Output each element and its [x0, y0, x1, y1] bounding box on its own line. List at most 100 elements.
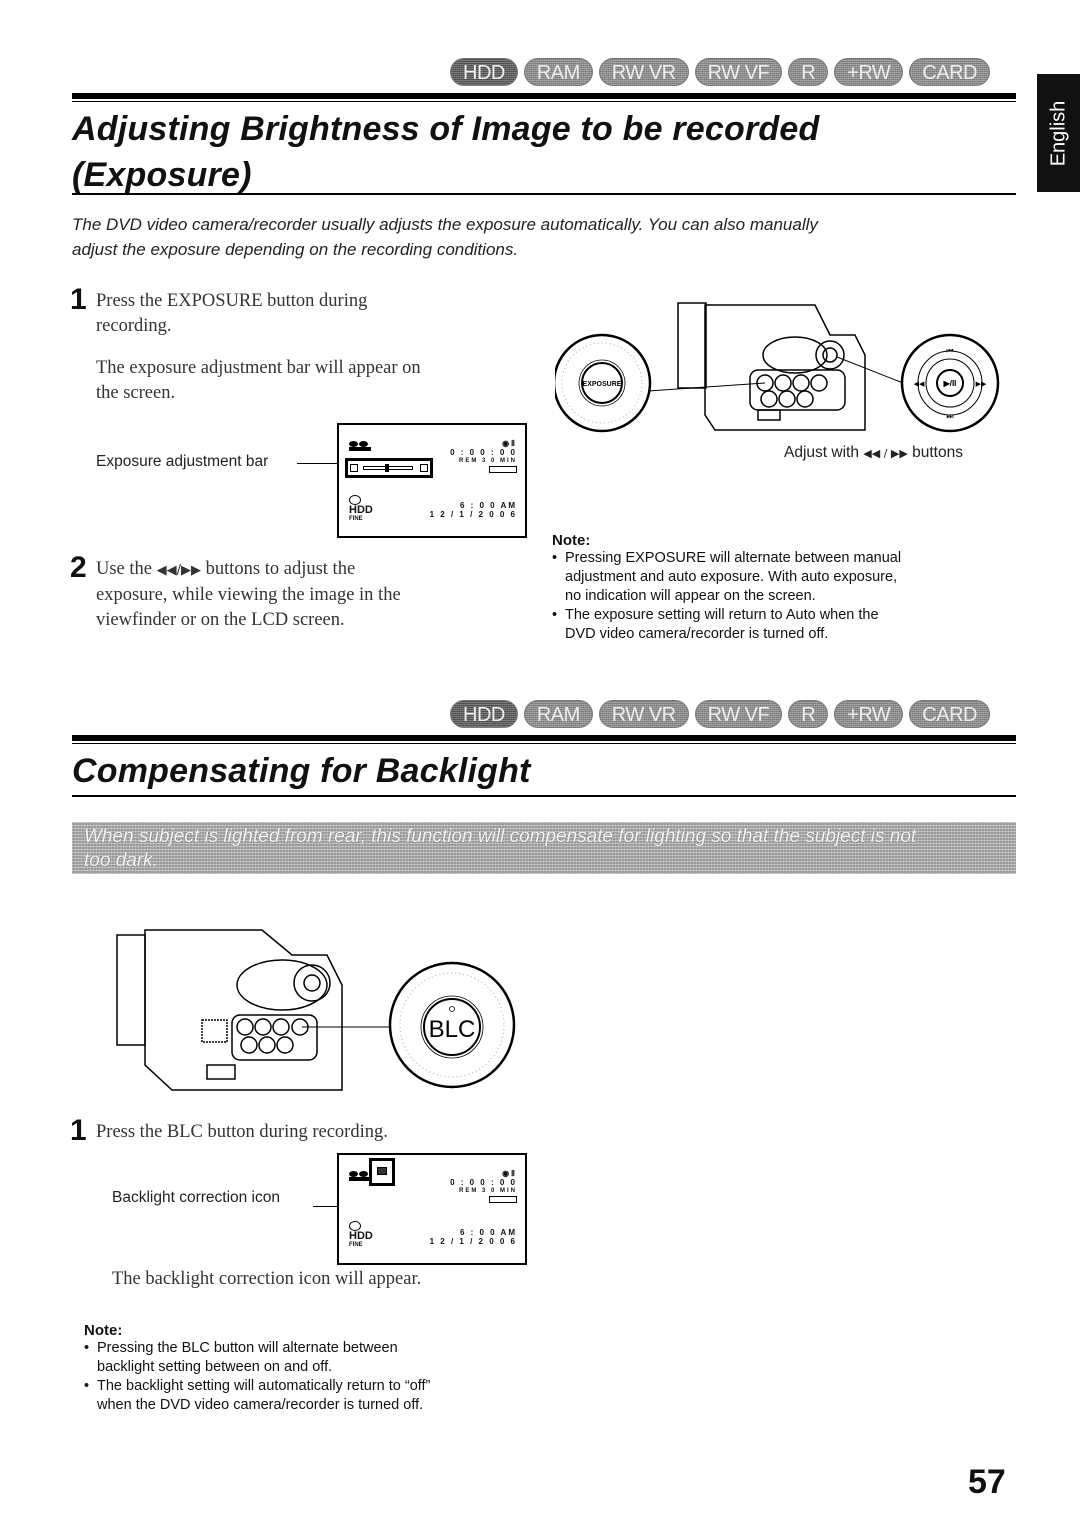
- section1-intro: The DVD video camera/recorder usually ad…: [72, 212, 818, 262]
- note-item: Pressing the BLC button will alternate b…: [84, 1339, 554, 1377]
- step1-line1: Press the EXPOSURE button during: [96, 291, 368, 311]
- lcd-panel: [116, 934, 146, 1046]
- blc-step1-text: Press the BLC button during recording.: [96, 1122, 388, 1142]
- dial-center-label: ▶/II: [943, 379, 957, 388]
- note-title: Note:: [84, 1322, 123, 1339]
- badge-rw-vr: RW VR: [598, 58, 689, 86]
- disc-icon: ◉Ⅱ: [502, 1169, 517, 1178]
- control-plate: [762, 336, 828, 374]
- section1-title: Adjusting Brightness of Image to be reco…: [72, 106, 819, 198]
- section1-note: Note: Pressing EXPOSURE will alternate b…: [552, 532, 1022, 644]
- step2-number: 2: [70, 551, 87, 584]
- dial-callout: ▶/II ⏮ ⏭ ◀◀ ▶▶: [900, 333, 1000, 433]
- badge-r: R: [788, 700, 829, 728]
- section1-intro-line1: The DVD video camera/recorder usually ad…: [72, 215, 818, 234]
- camera-mode-icon: [349, 441, 373, 451]
- step2-line1: Use the ◀◀/▶▶ buttons to adjust the: [96, 557, 401, 583]
- step2-line1-suffix: buttons to adjust the: [201, 559, 356, 579]
- section2-note: Note: Pressing the BLC button will alter…: [84, 1322, 554, 1415]
- camera-body: [144, 929, 343, 1091]
- section2-title-underline: [72, 795, 1016, 797]
- backlight-icon-callout: Backlight correction icon: [112, 1189, 280, 1206]
- note-line: backlight setting between on and off.: [97, 1359, 333, 1375]
- note-line: Pressing the BLC button will alternate b…: [97, 1340, 398, 1356]
- lcd-panel: [677, 302, 707, 389]
- badge-hdd: HDD: [450, 700, 518, 728]
- date: 1 2 / 1 / 2 0 0 6: [429, 510, 517, 519]
- step2-text: Use the ◀◀/▶▶ buttons to adjust the expo…: [96, 557, 401, 633]
- badge-ram: RAM: [523, 700, 593, 728]
- section2-intro: When subject is lighted from rear, this …: [72, 822, 1016, 873]
- blc-step1-number: 1: [70, 1114, 87, 1147]
- step2-line1-prefix: Use the: [96, 559, 157, 579]
- date: 1 2 / 1 / 2 0 0 6: [429, 1237, 517, 1246]
- badge-rw-vf: RW VF: [694, 700, 783, 728]
- hdd-media-indicator: HDD FINE: [349, 495, 373, 524]
- note-line: The exposure setting will return to Auto…: [565, 607, 879, 623]
- adjust-caption-suffix: buttons: [907, 444, 963, 461]
- date-time-readout: 6 : 0 0 AM 1 2 / 1 / 2 0 0 6: [430, 501, 517, 519]
- section2-top-rule-thin: [72, 743, 1016, 744]
- language-tab-label: English: [1047, 100, 1070, 166]
- media-badges-2: HDD RAM RW VR RW VF R +RW CARD: [450, 700, 990, 728]
- date-time-readout: 6 : 0 0 AM 1 2 / 1 / 2 0 0 6: [430, 1228, 517, 1246]
- adjust-caption-prefix: Adjust with: [784, 444, 864, 461]
- rewind-forward-icons: ◀◀/▶▶: [156, 563, 201, 578]
- quality-label: FINE: [349, 1242, 363, 1248]
- badge-rw-vf: RW VF: [694, 58, 783, 86]
- exposure-bar-callout: Exposure adjustment bar: [96, 453, 269, 470]
- status-readout: ◉Ⅱ 0 : 0 0 : 0 0 REM 3 0 MIN: [450, 439, 517, 475]
- section1-title-line1: Adjusting Brightness of Image to be reco…: [72, 110, 820, 148]
- dial: [293, 964, 331, 1002]
- media-label: HDD: [349, 504, 373, 516]
- media-label: HDD: [349, 1230, 373, 1242]
- section1-intro-line2: adjust the exposure depending on the rec…: [72, 240, 519, 259]
- counter: 0 : 0 0 : 0 0: [450, 1178, 517, 1187]
- blc-button-label: BLC: [429, 1016, 476, 1043]
- camera-illustration-exposure: EXPOSURE ▶/II ⏮ ⏭ ◀◀ ▶▶: [555, 302, 1000, 433]
- backlight-correction-icon: [369, 1158, 395, 1186]
- section1-title-line2: (Exposure): [72, 156, 252, 194]
- note-line: when the DVD video camera/recorder is tu…: [97, 1397, 424, 1413]
- counter: 0 : 0 0 : 0 0: [450, 448, 517, 457]
- dial-forward-icon: ▶▶: [976, 380, 987, 388]
- note-title: Note:: [552, 532, 591, 549]
- blc-step1-result: The backlight correction icon will appea…: [112, 1269, 422, 1289]
- note-item: The exposure setting will return to Auto…: [552, 606, 1022, 644]
- media-badges-1: HDD RAM RW VR RW VF R +RW CARD: [450, 58, 990, 86]
- badge-card: CARD: [909, 58, 990, 86]
- badge-card: CARD: [909, 700, 990, 728]
- badge-rw-vr: RW VR: [598, 700, 689, 728]
- clock-time: 6 : 0 0 AM: [459, 1228, 517, 1237]
- step1-result-line2: the screen.: [96, 383, 176, 403]
- exposure-adjustment-bar: [345, 458, 433, 478]
- badge-plus-rw: +RW: [834, 58, 904, 86]
- remaining-time: REM 3 0 MIN: [458, 1188, 517, 1194]
- section1-top-rule: [72, 93, 1016, 99]
- note-line: DVD video camera/recorder is turned off.: [565, 626, 829, 642]
- step1-line2: recording.: [96, 316, 172, 336]
- dial-prev-icon: ⏮: [946, 346, 953, 355]
- note-line: adjustment and auto exposure. With auto …: [565, 569, 898, 585]
- step1-text: Press the EXPOSURE button during recordi…: [96, 289, 421, 406]
- note-item: Pressing EXPOSURE will alternate between…: [552, 549, 1022, 606]
- exposure-button-callout: EXPOSURE: [555, 333, 652, 433]
- badge-plus-rw: +RW: [834, 700, 904, 728]
- step1-result-line1: The exposure adjustment bar will appear …: [96, 358, 421, 378]
- battery-indicator: [489, 466, 517, 473]
- badge-ram: RAM: [523, 58, 593, 86]
- note-line: Pressing EXPOSURE will alternate between…: [565, 550, 902, 566]
- rewind-forward-icons: ◀◀ / ▶▶: [863, 447, 908, 460]
- section2-intro-band: When subject is lighted from rear, this …: [72, 822, 1016, 874]
- section2-intro-line2: too dark.: [84, 850, 158, 871]
- camera-illustration-blc: BLC: [116, 929, 516, 1091]
- battery-indicator: [489, 1196, 517, 1203]
- step2-line2: exposure, while viewing the image in the: [96, 585, 401, 605]
- hdd-media-indicator: HDD FINE: [349, 1221, 373, 1250]
- status-readout: ◉Ⅱ 0 : 0 0 : 0 0 REM 3 0 MIN: [450, 1169, 517, 1205]
- control-plate: [236, 959, 328, 1011]
- section1-top-rule-thin: [72, 101, 1016, 102]
- camera-body: [704, 304, 866, 431]
- blc-button-callout: BLC: [388, 961, 516, 1089]
- note-item: The backlight setting will automatically…: [84, 1377, 554, 1415]
